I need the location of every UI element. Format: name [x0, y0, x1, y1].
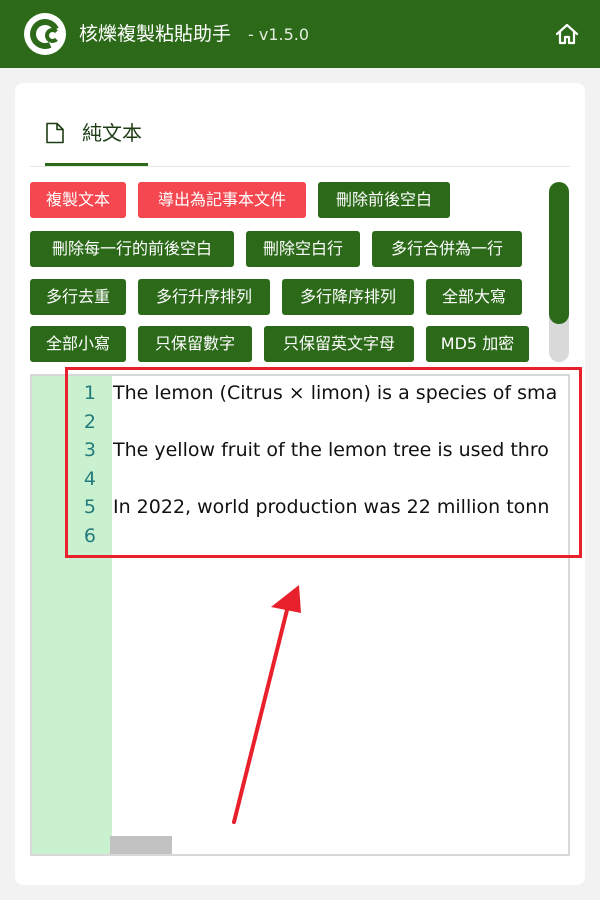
- editor-horizontal-scrollbar-thumb[interactable]: [110, 836, 172, 854]
- line-number: 5: [83, 496, 96, 518]
- sort-ascending-button[interactable]: 多行升序排列: [138, 279, 270, 315]
- title-bar: 核爍複製粘貼助手 - v1.5.0: [0, 0, 600, 68]
- uppercase-button[interactable]: 全部大寫: [426, 279, 522, 315]
- line-number: 6: [83, 525, 96, 547]
- digits-only-button[interactable]: 只保留數字: [138, 326, 252, 362]
- remove-blank-lines-button[interactable]: 刪除空白行: [246, 231, 360, 267]
- home-icon[interactable]: [553, 20, 581, 48]
- export-notepad-button[interactable]: 導出為記事本文件: [138, 182, 306, 218]
- line-number: 2: [83, 411, 96, 433]
- editor-line[interactable]: [112, 408, 568, 436]
- copy-text-button[interactable]: 複製文本: [30, 182, 126, 218]
- editor-line[interactable]: In 2022, world production was 22 million…: [112, 493, 568, 521]
- editor-line[interactable]: The yellow fruit of the lemon tree is us…: [112, 436, 568, 464]
- document-icon: [46, 122, 64, 144]
- line-number: 1: [83, 382, 96, 404]
- trim-each-line-button[interactable]: 刪除每一行的前後空白: [30, 231, 234, 267]
- md5-encrypt-button[interactable]: MD5 加密: [426, 326, 529, 362]
- editor-line[interactable]: [112, 465, 568, 493]
- lowercase-button[interactable]: 全部小寫: [30, 326, 126, 362]
- trim-whitespace-button[interactable]: 刪除前後空白: [318, 182, 450, 218]
- line-number: 3: [83, 439, 96, 461]
- dedupe-lines-button[interactable]: 多行去重: [30, 279, 126, 315]
- line-number: 4: [83, 468, 96, 490]
- app-logo-icon: [24, 13, 66, 55]
- text-editor[interactable]: 1 2 3 4 5 6 The lemon (Citrus × limon) i…: [30, 374, 570, 856]
- toolbar-scrollbar-thumb[interactable]: [549, 182, 569, 324]
- app-version: - v1.5.0: [248, 25, 310, 44]
- tab-plain-text[interactable]: 純文本: [30, 112, 148, 166]
- tab-divider: [30, 166, 570, 167]
- app-title: 核爍複製粘貼助手: [79, 23, 232, 45]
- tab-label: 純文本: [82, 121, 142, 145]
- merge-lines-button[interactable]: 多行合併為一行: [372, 231, 522, 267]
- editor-line[interactable]: [112, 522, 568, 550]
- sort-descending-button[interactable]: 多行降序排列: [282, 279, 414, 315]
- letters-only-button[interactable]: 只保留英文字母: [264, 326, 414, 362]
- editor-line[interactable]: The lemon (Citrus × limon) is a species …: [112, 379, 568, 407]
